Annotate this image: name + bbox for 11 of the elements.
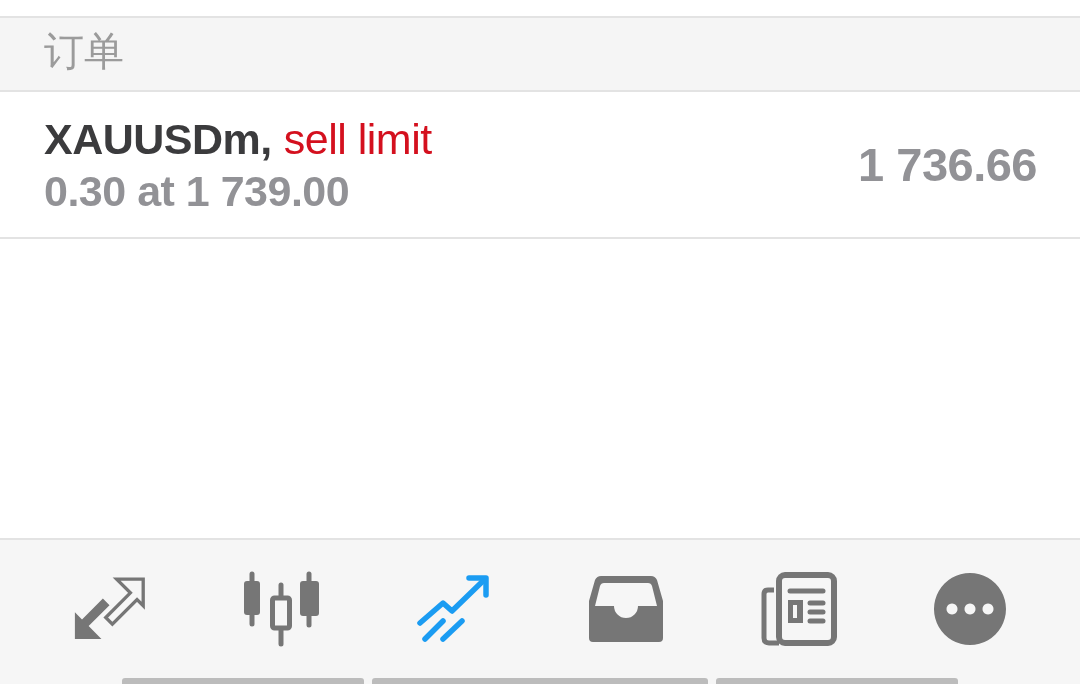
- newspaper-icon: [759, 572, 837, 646]
- section-title: 订单: [44, 28, 124, 75]
- order-details-text: 0.30 at 1 739.00: [44, 165, 351, 217]
- trend-arrow-icon: [417, 574, 491, 644]
- inbox-tray-icon: [589, 575, 663, 643]
- double-arrow-icon: [73, 577, 147, 641]
- symbol-text: XAUUSDm,: [44, 113, 272, 165]
- candlestick-icon: [244, 571, 320, 647]
- order-type-text: sell limit: [283, 113, 432, 165]
- current-price-text: 1 736.66: [858, 136, 1037, 193]
- more-icon: [934, 573, 1006, 645]
